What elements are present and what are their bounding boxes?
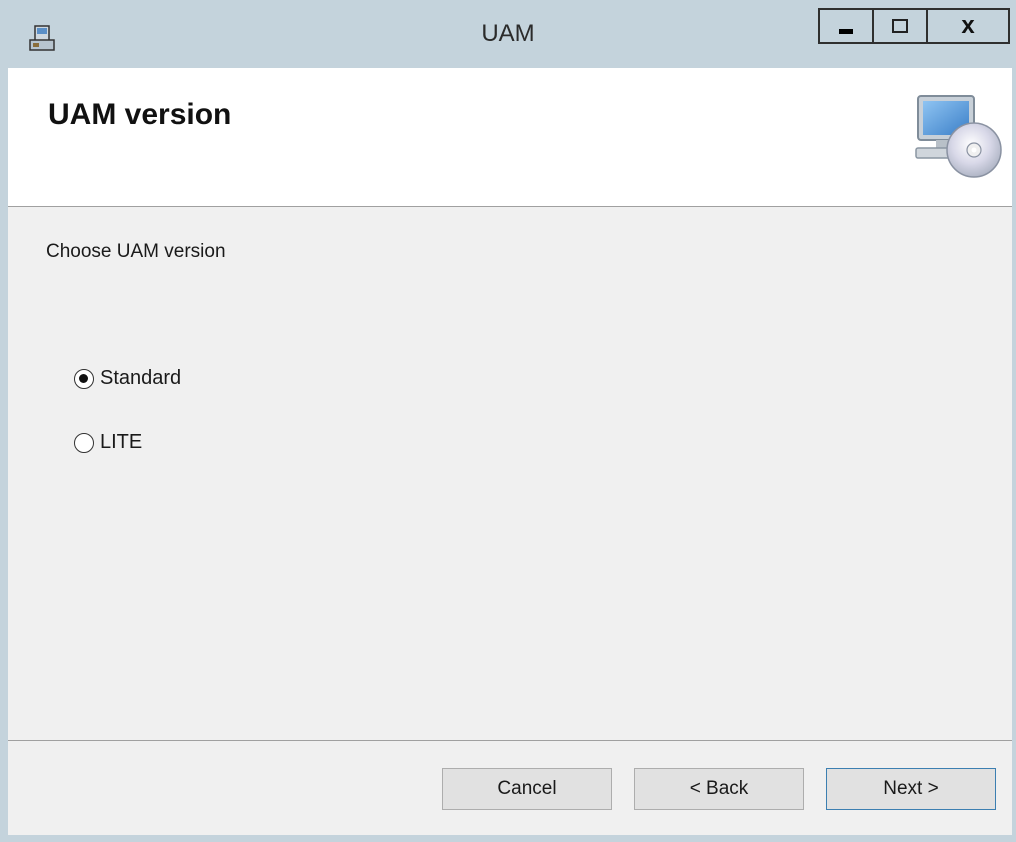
computer-cd-icon	[908, 92, 1004, 182]
maximize-icon	[892, 19, 908, 33]
radio-button-unchecked[interactable]	[74, 432, 94, 453]
wizard-content: Choose UAM version Standard LITE	[8, 207, 1012, 740]
title-bar[interactable]: UAM x	[0, 0, 1016, 68]
radio-label-lite[interactable]: LITE	[100, 431, 142, 454]
instruction-text: Choose UAM version	[46, 241, 226, 262]
close-button[interactable]: x	[926, 8, 1010, 44]
next-button[interactable]: Next >	[826, 768, 996, 810]
back-button[interactable]: < Back	[634, 768, 804, 810]
page-title: UAM version	[48, 98, 232, 131]
minimize-button[interactable]	[818, 8, 872, 44]
maximize-button[interactable]	[872, 8, 926, 44]
cancel-button[interactable]: Cancel	[442, 768, 612, 810]
radio-option-standard[interactable]: Standard	[74, 367, 181, 390]
wizard-footer: Cancel < Back Next >	[8, 740, 1012, 835]
close-icon: x	[961, 12, 975, 39]
radio-option-lite[interactable]: LITE	[74, 431, 142, 454]
radio-label-standard[interactable]: Standard	[100, 367, 181, 390]
radio-button-checked[interactable]	[74, 368, 94, 389]
minimize-icon	[839, 28, 853, 34]
wizard-header: UAM version	[8, 68, 1012, 207]
